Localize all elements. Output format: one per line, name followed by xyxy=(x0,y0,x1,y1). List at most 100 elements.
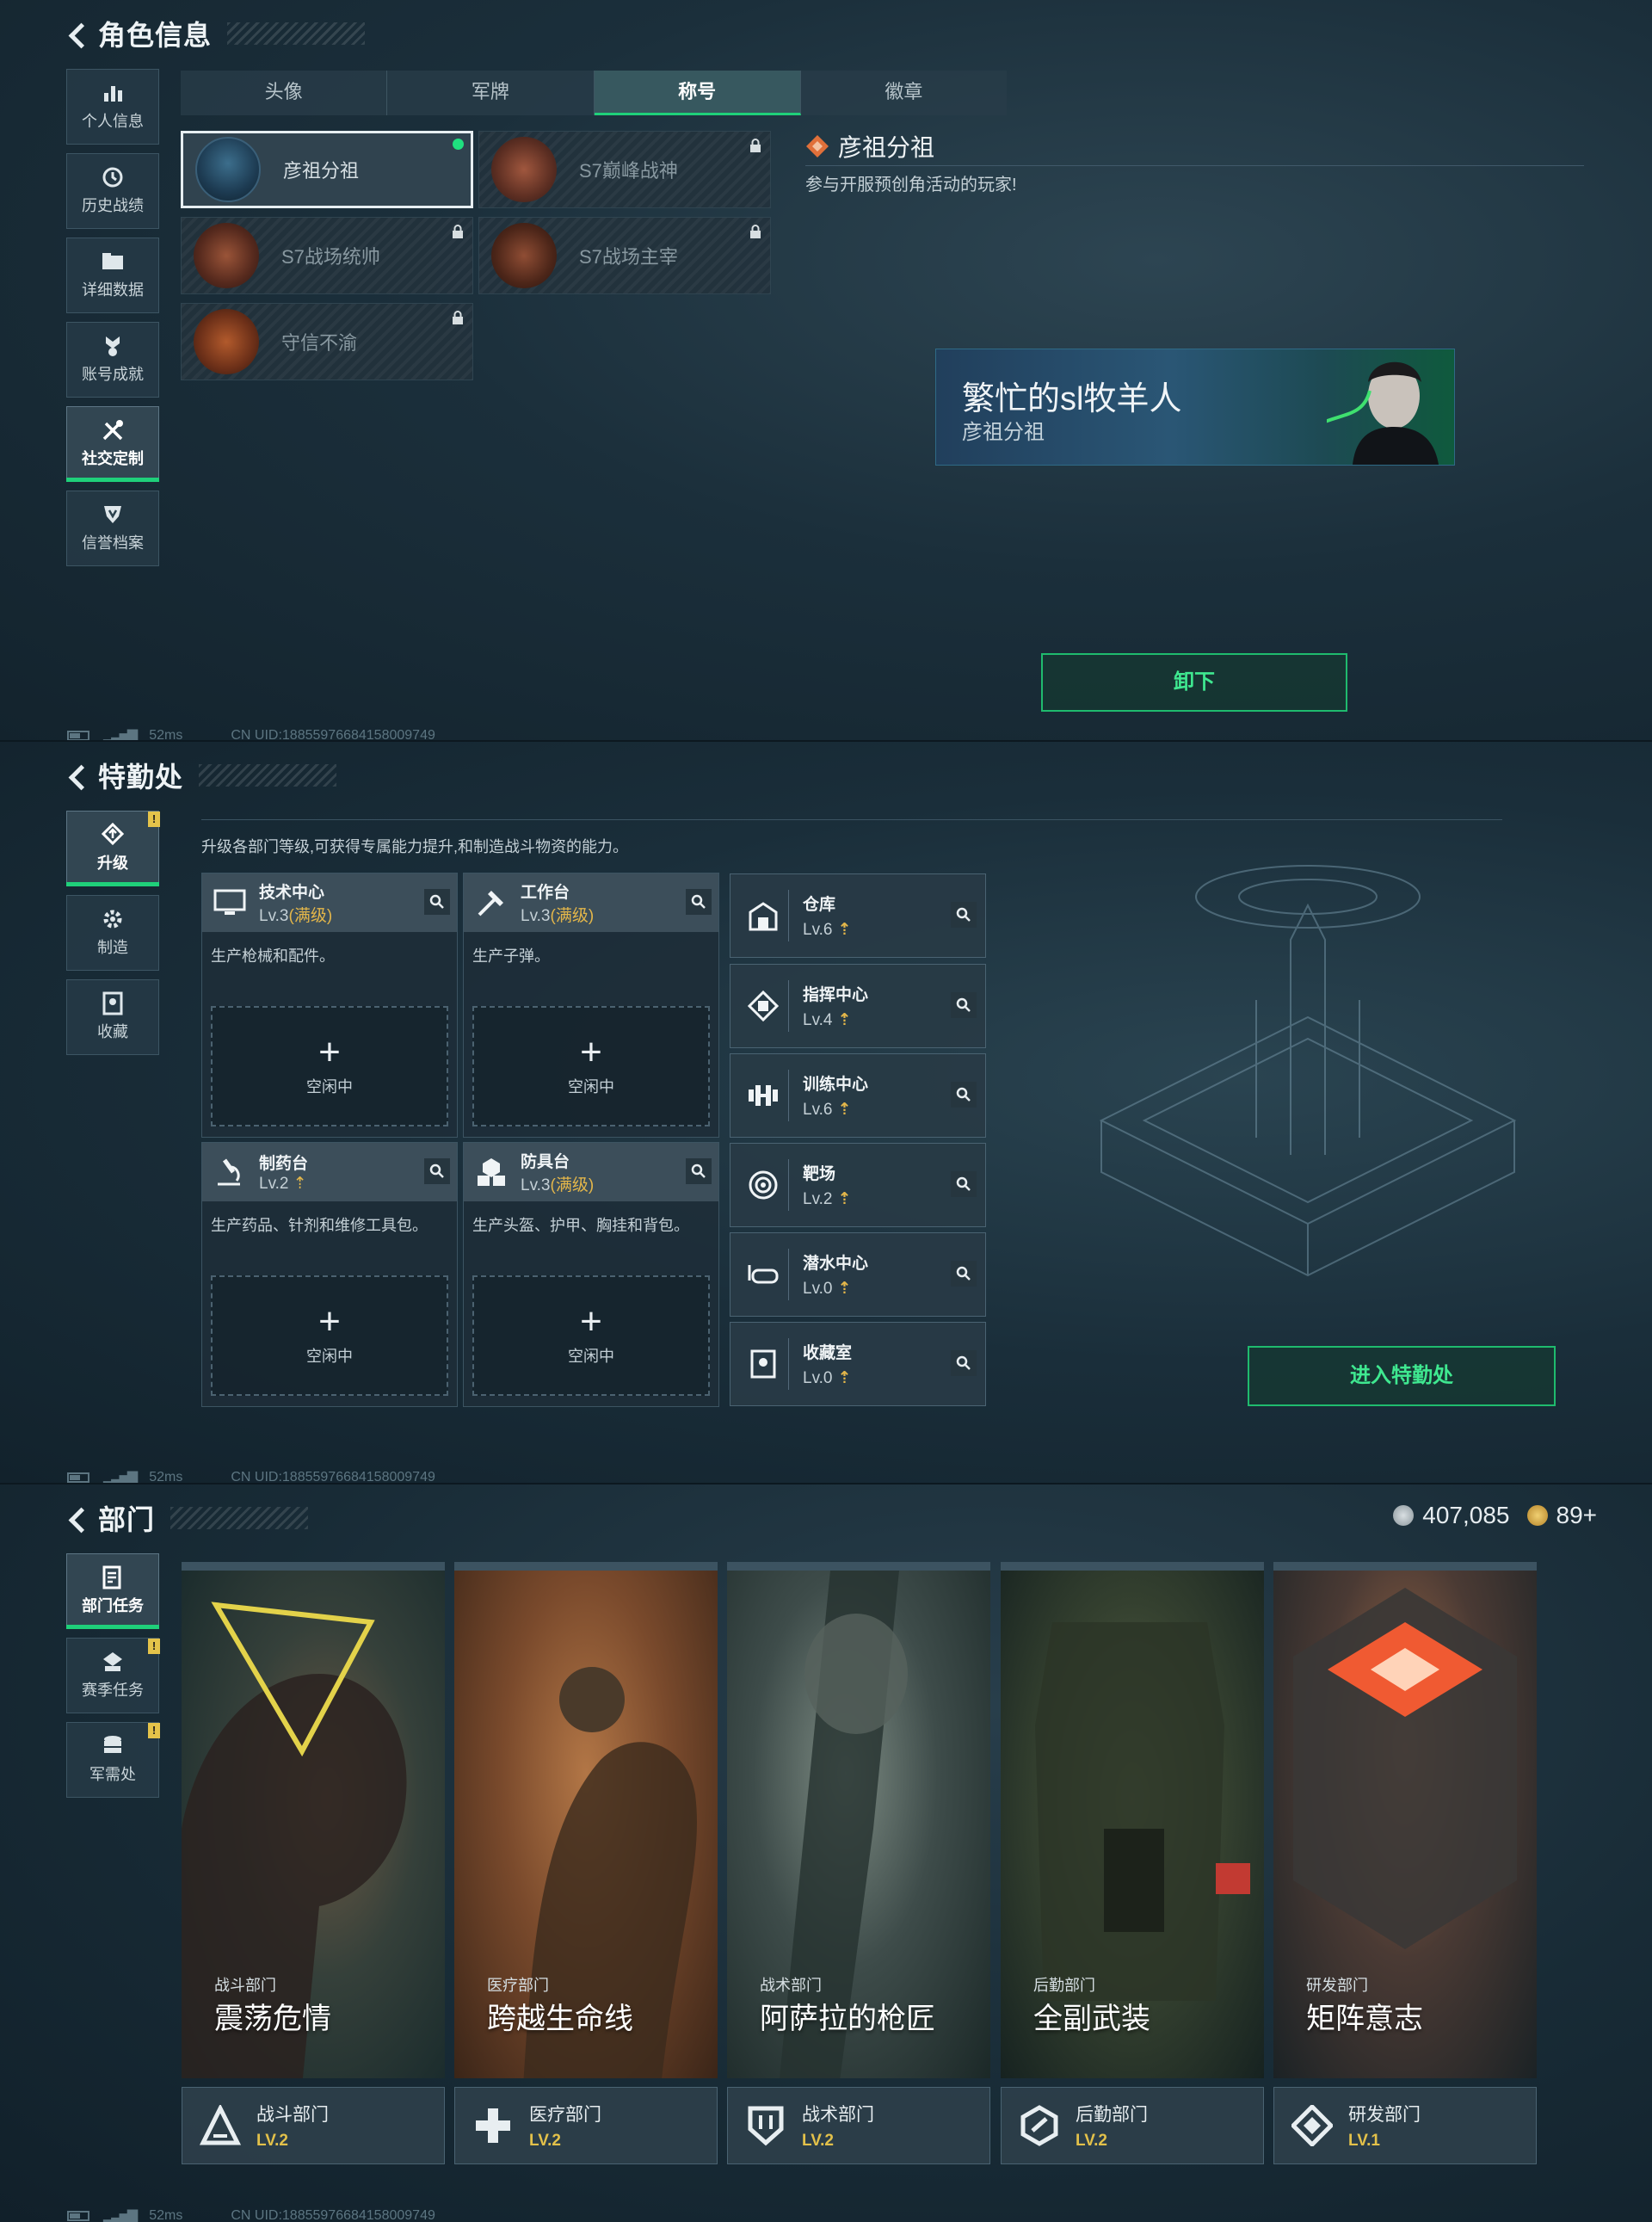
sidebar-item-details[interactable]: 详细数据 xyxy=(66,238,159,313)
search-icon[interactable] xyxy=(951,992,977,1018)
sidebar-item-credit[interactable]: 信誉档案 xyxy=(66,491,159,566)
department-card-logistics[interactable]: 后勤部门 全副武装 后勤部门 LV.2 xyxy=(1001,1562,1264,2164)
department-name: 医疗部门 xyxy=(529,2105,601,2125)
medic-icon xyxy=(469,2102,517,2150)
sidebar-item-profile[interactable]: 个人信息 xyxy=(66,69,159,145)
title-card[interactable]: 守信不渝 xyxy=(181,303,473,380)
sidebar-label: 制造 xyxy=(97,939,128,956)
search-icon[interactable] xyxy=(424,1158,450,1184)
title-card[interactable]: S7战场统帅 xyxy=(181,217,473,294)
facility-level: Lv.3(满级) xyxy=(259,903,332,926)
plus-icon: + xyxy=(318,1031,341,1073)
search-icon[interactable] xyxy=(951,1171,977,1197)
back-arrow-icon[interactable] xyxy=(67,762,86,788)
facility-header: 防具台 Lv.3(满级) xyxy=(464,1143,718,1201)
tab-dogtag[interactable]: 军牌 xyxy=(387,71,595,115)
portrait-image xyxy=(1327,361,1439,465)
sidebar-item-upgrade[interactable]: ! 升级 xyxy=(66,811,160,886)
production-slot[interactable]: + 空闲中 xyxy=(472,1275,710,1396)
department-card-combat[interactable]: 战斗部门 震荡危情 战斗部门 LV.2 xyxy=(182,1562,445,2164)
header: 角色信息 xyxy=(67,14,366,53)
level-value: Lv.0 xyxy=(803,1369,833,1387)
facility-name: 制药台 xyxy=(259,1155,309,1173)
search-icon[interactable] xyxy=(951,1350,977,1376)
title-card[interactable]: S7巅峰战神 xyxy=(478,131,771,208)
supply-icon xyxy=(101,1735,125,1757)
production-slot[interactable]: + 空闲中 xyxy=(211,1006,448,1126)
divider xyxy=(805,165,1584,166)
department-category: 医疗部门 xyxy=(487,1977,549,1994)
department-level: LV.2 xyxy=(802,2132,834,2150)
back-arrow-icon[interactable] xyxy=(67,1505,86,1531)
battery-icon xyxy=(67,2211,89,2221)
facility-card-pharmacy[interactable]: 制药台 Lv.2 ⇡ 生产药品、针剂和维修工具包。 + 空闲中 xyxy=(201,1142,458,1407)
department-category: 研发部门 xyxy=(1306,1977,1368,1994)
department-level: LV.2 xyxy=(1076,2132,1107,2150)
sidebar: ! 升级 制造 收藏 xyxy=(66,811,160,1064)
dumbbell-icon xyxy=(737,1070,789,1121)
goggles-icon xyxy=(737,1249,789,1300)
facility-card-armor[interactable]: 防具台 Lv.3(满级) 生产头盔、护甲、胸挂和背包。 + 空闲中 xyxy=(463,1142,719,1407)
search-icon[interactable] xyxy=(424,889,450,915)
search-icon[interactable] xyxy=(951,1082,977,1108)
search-icon[interactable] xyxy=(951,902,977,928)
collection-icon xyxy=(101,991,125,1015)
title-card[interactable]: 彦祖分祖 xyxy=(181,131,473,208)
tab-title[interactable]: 称号 xyxy=(594,71,801,115)
search-icon[interactable] xyxy=(686,1158,712,1184)
department-name: 研发部门 xyxy=(1348,2105,1421,2125)
lock-icon xyxy=(453,311,463,324)
facility-level: Lv.6 ⇡ xyxy=(803,920,851,940)
facility-card-tech[interactable]: 技术中心 Lv.3(满级) 生产枪械和配件。 + 空闲中 xyxy=(201,873,458,1138)
department-card-medical[interactable]: 医疗部门 跨越生命线 医疗部门 LV.2 xyxy=(454,1562,718,2164)
search-icon[interactable] xyxy=(686,889,712,915)
back-arrow-icon[interactable] xyxy=(67,21,86,46)
department-task-name: 阿萨拉的枪匠 xyxy=(760,2003,935,2035)
upgrade-arrow-icon: ⇡ xyxy=(837,1190,852,1208)
enter-special-ops-button[interactable]: 进入特勤处 xyxy=(1248,1346,1556,1406)
max-level-tag: (满级) xyxy=(550,1176,595,1194)
sidebar-label: 历史战绩 xyxy=(82,197,144,214)
sidebar-item-supply[interactable]: ! 军需处 xyxy=(66,1722,160,1798)
production-slot[interactable]: + 空闲中 xyxy=(211,1275,448,1396)
sidebar-item-achievements[interactable]: 账号成就 xyxy=(66,322,159,398)
sidebar-item-craft[interactable]: 制造 xyxy=(66,895,159,971)
logistics-icon xyxy=(1015,2102,1063,2150)
title-card[interactable]: S7战场主宰 xyxy=(478,217,771,294)
production-slot[interactable]: + 空闲中 xyxy=(472,1006,710,1126)
tab-badge[interactable]: 徽章 xyxy=(801,71,1007,115)
facility-item-command[interactable]: 指挥中心 Lv.4 ⇡ xyxy=(730,964,986,1048)
facility-item-diving[interactable]: 潜水中心 Lv.0 ⇡ xyxy=(730,1232,986,1317)
title-name: 守信不渝 xyxy=(281,332,358,354)
title-detail-desc: 参与开服预创角活动的玩家! xyxy=(805,176,1017,194)
sidebar-label: 部门任务 xyxy=(82,1597,144,1614)
search-icon[interactable] xyxy=(951,1261,977,1287)
lock-icon xyxy=(750,139,761,152)
facility-item-range[interactable]: 靶场 Lv.2 ⇡ xyxy=(730,1143,986,1227)
facility-item-training[interactable]: 训练中心 Lv.6 ⇡ xyxy=(730,1053,986,1138)
slot-status: 空闲中 xyxy=(568,1348,614,1365)
facility-header: 制药台 Lv.2 ⇡ xyxy=(202,1143,457,1201)
microscope-icon xyxy=(211,1153,249,1191)
sidebar-item-dept-tasks[interactable]: 部门任务 xyxy=(66,1553,159,1629)
sidebar-item-social[interactable]: 社交定制 xyxy=(66,406,159,482)
facility-item-vault[interactable]: 收藏室 Lv.0 ⇡ xyxy=(730,1322,986,1406)
department-card-tactical[interactable]: 战术部门 阿萨拉的枪匠 战术部门 LV.2 xyxy=(727,1562,990,2164)
sidebar-label: 赛季任务 xyxy=(82,1682,144,1699)
tab-avatar[interactable]: 头像 xyxy=(181,71,388,115)
gear-icon xyxy=(101,908,125,930)
facility-card-workbench[interactable]: 工作台 Lv.3(满级) 生产子弹。 + 空闲中 xyxy=(463,873,719,1138)
sidebar-label: 升级 xyxy=(97,855,128,872)
sidebar-item-season-tasks[interactable]: ! 赛季任务 xyxy=(66,1638,160,1713)
unequip-button[interactable]: 卸下 xyxy=(1041,653,1347,712)
sidebar-item-collection[interactable]: 收藏 xyxy=(66,979,159,1055)
department-card-research[interactable]: 研发部门 矩阵意志 研发部门 LV.1 xyxy=(1273,1562,1537,2164)
ticket-balance: 89+ xyxy=(1556,1502,1598,1528)
max-level-tag: (满级) xyxy=(288,907,333,925)
facility-item-warehouse[interactable]: 仓库 Lv.6 ⇡ xyxy=(730,873,986,958)
sidebar-item-history[interactable]: 历史战绩 xyxy=(66,153,159,229)
department-level: LV.2 xyxy=(256,2132,288,2150)
page-title: 角色信息 xyxy=(98,20,213,51)
ticket-icon xyxy=(1526,1505,1548,1526)
coin-balance: 407,085 xyxy=(1422,1502,1510,1528)
